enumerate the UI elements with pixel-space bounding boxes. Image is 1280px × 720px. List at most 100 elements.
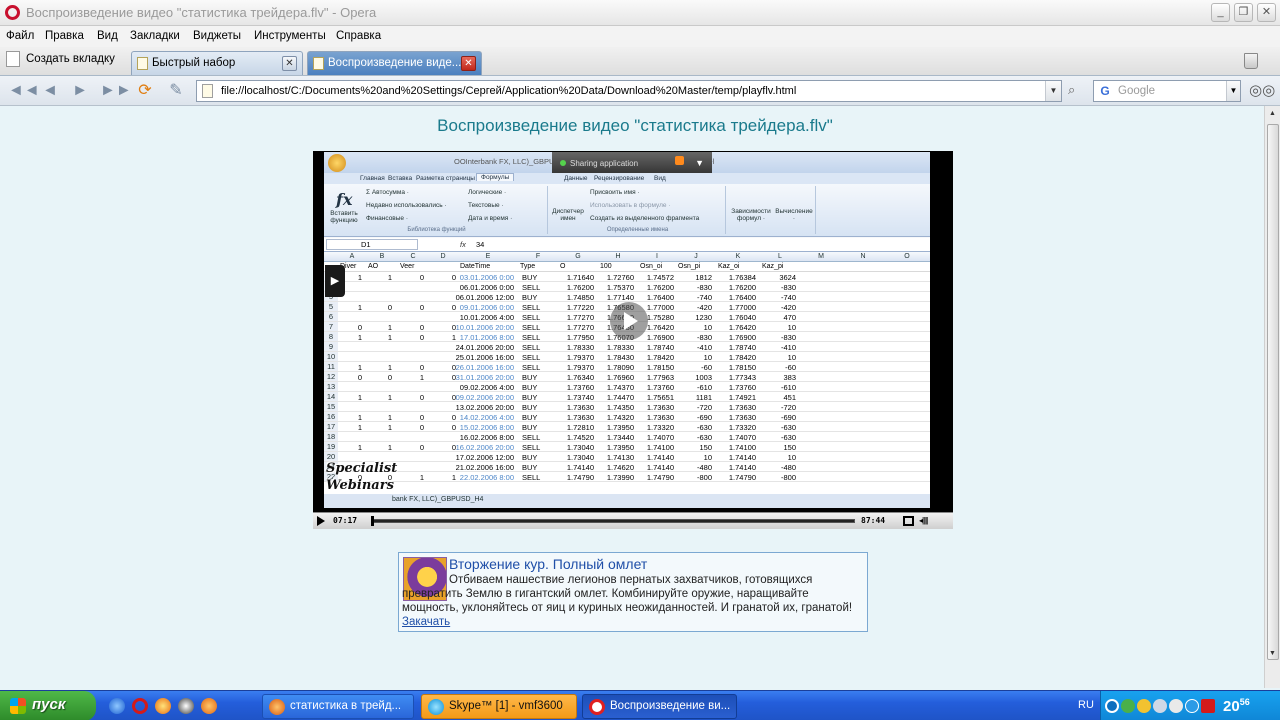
table-row: 12 0 0 1 0 31.01.2006 20:00 BUY 1.76340 1.76960 1… (324, 372, 930, 382)
table-cell: 0 (419, 303, 424, 312)
task-button-skype[interactable]: Skype™ [1] - vmf3600 (421, 694, 577, 719)
assign-name-label: Присвоить имя · (590, 189, 640, 196)
table-cell: 1.78150 (646, 363, 674, 372)
minimize-button[interactable]: _ (1211, 3, 1230, 22)
magnifier-icon[interactable]: ⌕ (1068, 83, 1082, 97)
ad-description-text: Отбиваем нашествие легионов пернатых зах… (402, 574, 853, 614)
table-cell: BUY (522, 423, 538, 432)
rewind-button[interactable]: ◄◄ (8, 80, 40, 102)
table-cell: -630 (780, 423, 796, 432)
table-cell: 21.02.2006 16:00 (455, 463, 514, 472)
page-heading: Воспроизведение видео "статистика трейде… (437, 116, 833, 135)
search-field[interactable]: G Google ▼ (1093, 80, 1241, 102)
play-button[interactable] (317, 516, 325, 526)
table-cell: 1.73990 (606, 473, 634, 482)
shield-icon[interactable] (1137, 699, 1151, 713)
table-cell: BUY (522, 273, 538, 282)
download-link[interactable]: Закачать (402, 616, 450, 628)
table-cell: 1.74790 (566, 473, 594, 482)
close-window-button[interactable]: ✕ (1257, 3, 1276, 22)
opera-icon (589, 699, 605, 715)
column-header: C (410, 253, 416, 260)
row-number: 18 (324, 432, 338, 441)
seek-handle[interactable] (371, 516, 374, 526)
datetime-label: Дата и время · (468, 215, 513, 222)
fast-forward-button[interactable]: ►► (100, 80, 132, 102)
google-icon[interactable]: G (1097, 84, 1113, 99)
firefox-icon[interactable] (155, 698, 171, 714)
tab-speed-dial[interactable]: Быстрый набор ✕ (131, 51, 303, 75)
close-tab-button[interactable]: ✕ (282, 56, 297, 71)
scroll-thumb[interactable] (1267, 124, 1279, 660)
network-icon[interactable] (1121, 699, 1135, 713)
language-indicator[interactable]: RU (1078, 699, 1094, 711)
tray-arrow-icon[interactable] (1105, 699, 1119, 713)
table-cell: 1.75280 (646, 313, 674, 322)
antivirus-icon[interactable] (1201, 699, 1215, 713)
table-cell: 14.02.2006 4:00 (459, 413, 514, 422)
table-cell: BUY (522, 383, 538, 392)
media-icon[interactable] (178, 698, 194, 714)
edit-icon[interactable]: ✎ (164, 80, 188, 102)
menu-bookmarks[interactable]: Закладки (130, 30, 180, 42)
opera-icon[interactable] (132, 698, 148, 714)
ad-description: Отбиваем нашествие легионов пернатых зах… (402, 573, 864, 629)
task-button-statistics[interactable]: статистика в трейд... (262, 694, 414, 719)
forward-button[interactable]: ► (68, 80, 92, 102)
fullscreen-icon[interactable] (903, 516, 914, 526)
search-dropdown-button[interactable]: ▼ (1226, 81, 1240, 101)
menu-view[interactable]: Вид (97, 30, 118, 42)
address-url[interactable]: file://localhost/C:/Documents%20and%20Se… (221, 85, 796, 97)
scroll-up-icon[interactable]: ▲ (1267, 110, 1278, 122)
menu-tools[interactable]: Инструменты (254, 30, 326, 42)
back-button[interactable]: ◄ (38, 80, 62, 102)
table-cell: 0 (357, 373, 362, 382)
seek-bar[interactable] (371, 519, 855, 523)
table-cell: 0 (451, 413, 456, 422)
group-caption: Определенные имена (606, 227, 669, 233)
tray-app-icon[interactable] (1169, 699, 1183, 713)
table-cell: 1.74620 (606, 463, 634, 472)
volume-icon[interactable]: ◂||||| (919, 516, 928, 525)
address-dropdown-button[interactable]: ▼ (1045, 81, 1061, 101)
big-play-icon[interactable] (610, 302, 648, 340)
table-row: 22 0 0 1 1 22.02.2006 8:00 SELL 1.74790 1.73990 1… (324, 472, 930, 482)
binoculars-icon[interactable]: ◎◎ (1249, 83, 1275, 99)
ad-title[interactable]: Вторжение кур. Полный омлет (449, 556, 647, 572)
table-cell: 09.02.2006 4:00 (459, 383, 514, 392)
table-cell: 1.74370 (606, 383, 634, 392)
start-button[interactable]: пуск (0, 691, 96, 720)
insert-function-label: Вставить функцию (330, 210, 358, 224)
task-button-opera[interactable]: Воспроизведение ви... (582, 694, 737, 719)
vertical-scrollbar[interactable]: ▲ ▼ (1264, 106, 1280, 688)
speaker-icon[interactable] (1153, 699, 1167, 713)
table-cell: -610 (696, 383, 712, 392)
table-cell: 1.74070 (728, 433, 756, 442)
table-cell: -740 (780, 293, 796, 302)
menu-edit[interactable]: Правка (45, 30, 84, 42)
table-cell: 1.72810 (566, 423, 594, 432)
skype-tray-icon[interactable] (1185, 699, 1199, 713)
menu-file[interactable]: Файл (6, 30, 34, 42)
new-tab-button[interactable]: Создать вкладку (6, 51, 115, 73)
firefox-alt-icon[interactable] (201, 698, 217, 714)
trash-icon[interactable] (1244, 53, 1258, 69)
header-cell: AO (368, 263, 379, 270)
video-player[interactable]: OOInterbank FX, LLC)_GBPUSD... (Режим со… (313, 151, 953, 529)
tab-video-playback[interactable]: Воспроизведение виде... ✕ (307, 51, 482, 75)
address-bar[interactable]: file://localhost/C:/Documents%20and%20Se… (196, 80, 1062, 102)
scroll-down-icon[interactable]: ▼ (1267, 650, 1278, 662)
ie-icon[interactable] (109, 698, 125, 714)
excel-ribbon: fx Вставить функцию Σ Автосумма · Недавн… (324, 184, 930, 237)
opera-logo-icon (5, 5, 20, 20)
maximize-button[interactable]: ❐ (1234, 3, 1253, 22)
menu-widgets[interactable]: Виджеты (193, 30, 241, 42)
close-tab-button[interactable]: ✕ (461, 56, 476, 71)
table-cell: 1.73630 (728, 403, 756, 412)
reload-button[interactable]: ⟳ (133, 80, 157, 102)
formula-bar: D1 fx 34 (324, 238, 930, 252)
table-cell: 1 (357, 273, 362, 282)
row-number: 13 (324, 382, 338, 391)
row-number: 9 (324, 342, 338, 351)
menu-help[interactable]: Справка (336, 30, 381, 42)
